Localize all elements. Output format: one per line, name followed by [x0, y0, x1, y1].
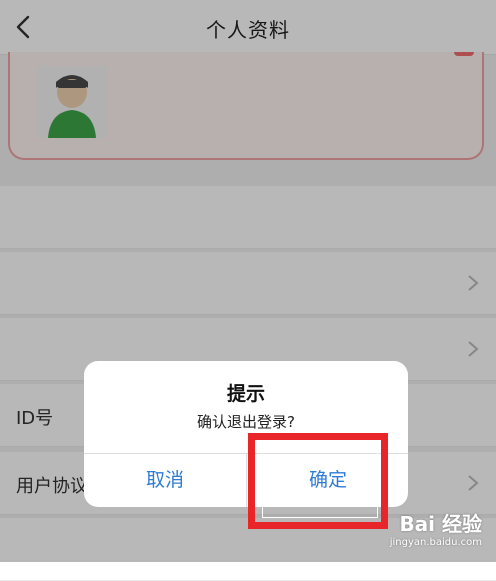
cancel-button[interactable]: 取消 [84, 454, 246, 507]
watermark-logo: Bai 经验 [399, 512, 482, 536]
watermark-url: jingyan.baidu.com [389, 537, 482, 548]
baidu-watermark: Bai 经验 jingyan.baidu.com [390, 508, 482, 548]
highlight-box-inner [262, 446, 378, 518]
dialog-title: 提示 [226, 383, 265, 405]
dialog-message: 确认退出登录? [197, 413, 295, 431]
